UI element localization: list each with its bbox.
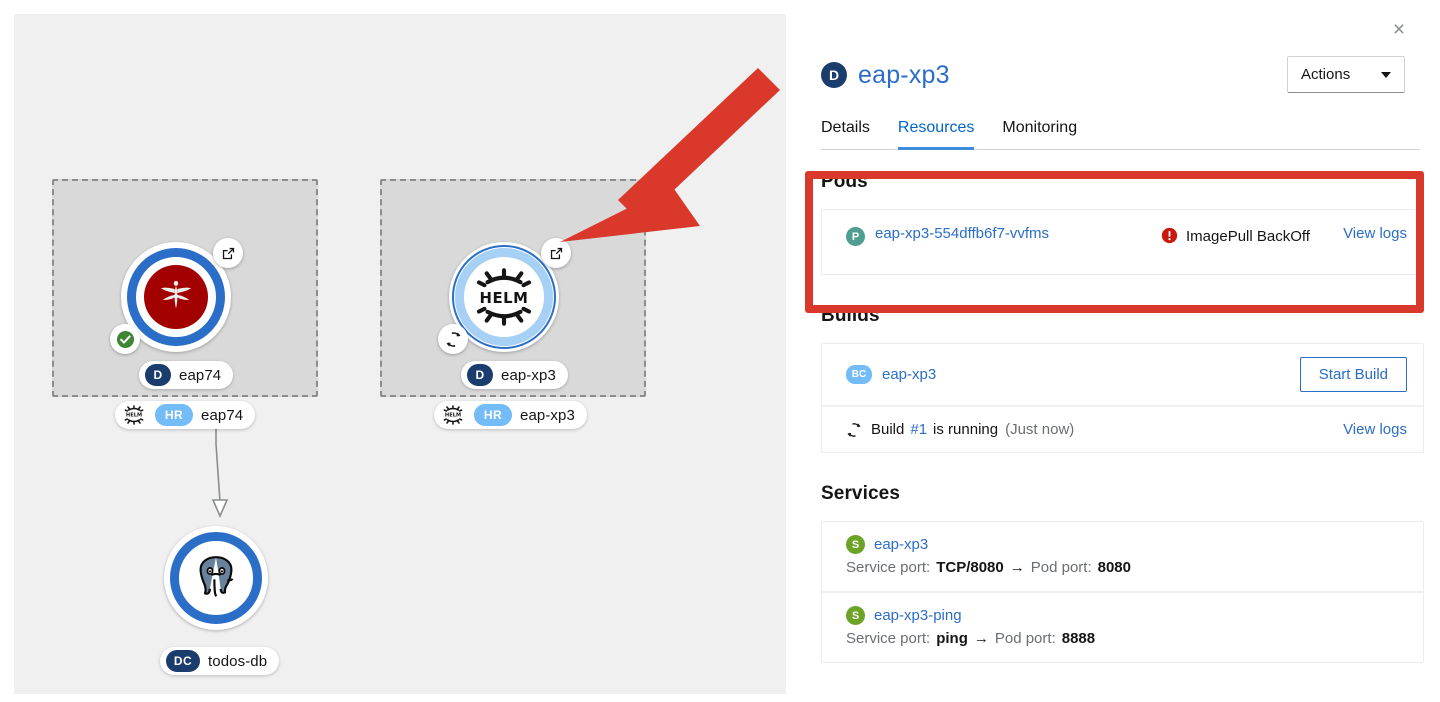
arrow-right-icon: → (974, 630, 989, 647)
resource-title: D eap-xp3 (821, 61, 950, 90)
start-build-button[interactable]: Start Build (1300, 357, 1407, 392)
topology-label-eap-xp3-deployment[interactable]: D eap-xp3 (461, 361, 568, 389)
pod-port-value: 8080 (1098, 559, 1131, 576)
kind-badge-deployment: D (467, 364, 493, 386)
kind-badge-pod: P (846, 227, 865, 246)
kind-badge-service: S (846, 535, 865, 554)
topology-label-eap74-helm-release[interactable]: HELM HR eap74 (115, 401, 255, 429)
kind-badge-build-config: BC (846, 365, 872, 384)
actions-dropdown-button[interactable]: Actions (1287, 56, 1405, 93)
build-config-row: BC eap-xp3 Start Build (822, 344, 1423, 406)
service-name-link[interactable]: eap-xp3-ping (874, 607, 962, 624)
helm-icon: HELM (471, 264, 537, 330)
wildfly-dragonfly-icon (144, 265, 208, 329)
panel-header: D eap-xp3 Actions (821, 46, 1420, 104)
resource-side-panel: × D eap-xp3 Actions Details Resources Mo… (800, 0, 1440, 702)
eap74-node-ring (127, 248, 225, 346)
kind-badge-deployment: D (821, 62, 847, 88)
service-port-value: ping (936, 630, 968, 647)
build-timestamp: (Just now) (1005, 421, 1074, 438)
check-circle-icon (116, 330, 135, 349)
app-root: D eap74 HELM HR eap74 (0, 0, 1440, 702)
topology-node-eap74[interactable] (121, 242, 231, 352)
build-view-logs-link[interactable]: View logs (1343, 421, 1407, 438)
svg-text:HELM: HELM (126, 413, 142, 419)
topology-label-eap-xp3-helm-release[interactable]: HELM HR eap-xp3 (434, 401, 587, 429)
pod-status-text: ImagePull BackOff (1186, 225, 1310, 248)
node-label-text: eap-xp3 (501, 367, 556, 384)
postgresql-elephant-icon (187, 549, 245, 607)
todos-db-node-ring (170, 532, 262, 624)
actions-label: Actions (1301, 66, 1350, 83)
build-prefix-text: Build (871, 421, 904, 438)
pod-port-value: 8888 (1062, 630, 1095, 647)
topology-node-eap-xp3[interactable]: HELM (449, 242, 559, 352)
sync-arrows-icon (846, 422, 862, 438)
service-port-value: TCP/8080 (936, 559, 1004, 576)
pods-heading: Pods (821, 171, 1424, 193)
build-number-link[interactable]: #1 (910, 421, 927, 438)
pod-view-logs-link[interactable]: View logs (1321, 225, 1407, 242)
eap-xp3-node-ring-selected: HELM (452, 245, 556, 349)
topology-label-todos-db[interactable]: DC todos-db (160, 647, 279, 675)
pod-row[interactable]: P eap-xp3-554dffb6f7-vvfms ImagePull Bac… (822, 210, 1423, 274)
helm-icon: HELM (440, 402, 466, 428)
service-port-label: Service port: (846, 559, 930, 576)
arrow-right-icon: → (1010, 559, 1025, 576)
builds-card: BC eap-xp3 Start Build Build #1 (821, 343, 1424, 453)
tab-details[interactable]: Details (821, 119, 870, 150)
node-label-text: todos-db (208, 653, 267, 670)
eap-xp3-external-link-decorator[interactable] (541, 238, 571, 268)
node-label-text: eap74 (179, 367, 221, 384)
service-name-link[interactable]: eap-xp3 (874, 536, 928, 553)
chevron-down-icon (1381, 72, 1391, 78)
builds-heading: Builds (821, 305, 1424, 327)
kind-badge-service: S (846, 606, 865, 625)
resource-name-link[interactable]: eap-xp3 (858, 61, 950, 90)
tab-monitoring[interactable]: Monitoring (1002, 119, 1077, 150)
tab-resources[interactable]: Resources (898, 119, 974, 150)
pod-name-link[interactable]: eap-xp3-554dffb6f7-vvfms (875, 225, 1151, 242)
sync-arrows-icon (445, 331, 462, 348)
service-row: S eap-xp3 Service port: TCP/8080 → Pod p… (822, 522, 1423, 592)
external-link-icon (221, 246, 236, 261)
pod-port-label: Pod port: (995, 630, 1056, 647)
build-status-row: Build #1 is running (Just now) View logs (822, 406, 1423, 452)
helm-wheel-glyph: HELM (471, 264, 537, 330)
close-icon[interactable]: × (1386, 17, 1412, 43)
kind-badge-helm-release: HR (155, 404, 193, 426)
pods-card: P eap-xp3-554dffb6f7-vvfms ImagePull Bac… (821, 209, 1424, 275)
kind-badge-deployment: D (145, 364, 171, 386)
service-port-label: Service port: (846, 630, 930, 647)
helm-wheel-glyph: HELM (442, 404, 464, 426)
svg-text:HELM: HELM (480, 289, 529, 307)
panel-tabs: Details Resources Monitoring (821, 108, 1420, 150)
services-heading: Services (821, 483, 1424, 505)
topology-canvas[interactable]: D eap74 HELM HR eap74 (14, 14, 786, 694)
eap74-status-decorator-success (110, 324, 140, 354)
svg-text:HELM: HELM (445, 413, 461, 419)
pod-port-label: Pod port: (1031, 559, 1092, 576)
external-link-icon (549, 246, 564, 261)
resources-tab-content: Pods P eap-xp3-554dffb6f7-vvfms ImagePul… (821, 165, 1424, 702)
topology-label-eap74-deployment[interactable]: D eap74 (139, 361, 233, 389)
kind-badge-helm-release: HR (474, 404, 512, 426)
dragonfly-glyph (153, 274, 199, 320)
eap74-external-link-decorator[interactable] (213, 238, 243, 268)
eap-xp3-node-ring: HELM (455, 248, 553, 346)
helm-release-label: eap74 (201, 407, 243, 424)
helm-release-label: eap-xp3 (520, 407, 575, 424)
service-row: S eap-xp3-ping Service port: ping → Pod … (822, 592, 1423, 662)
services-card: S eap-xp3 Service port: TCP/8080 → Pod p… (821, 521, 1424, 663)
build-config-name-link[interactable]: eap-xp3 (882, 366, 1290, 383)
build-suffix-text: is running (933, 421, 998, 438)
kind-badge-deployment-config: DC (166, 650, 200, 672)
eap-xp3-status-decorator-building (438, 324, 468, 354)
helm-wheel-glyph: HELM (123, 404, 145, 426)
error-circle-icon (1161, 227, 1178, 244)
topology-node-todos-db[interactable] (164, 526, 268, 630)
pod-status: ImagePull BackOff (1161, 225, 1311, 248)
helm-icon: HELM (121, 402, 147, 428)
